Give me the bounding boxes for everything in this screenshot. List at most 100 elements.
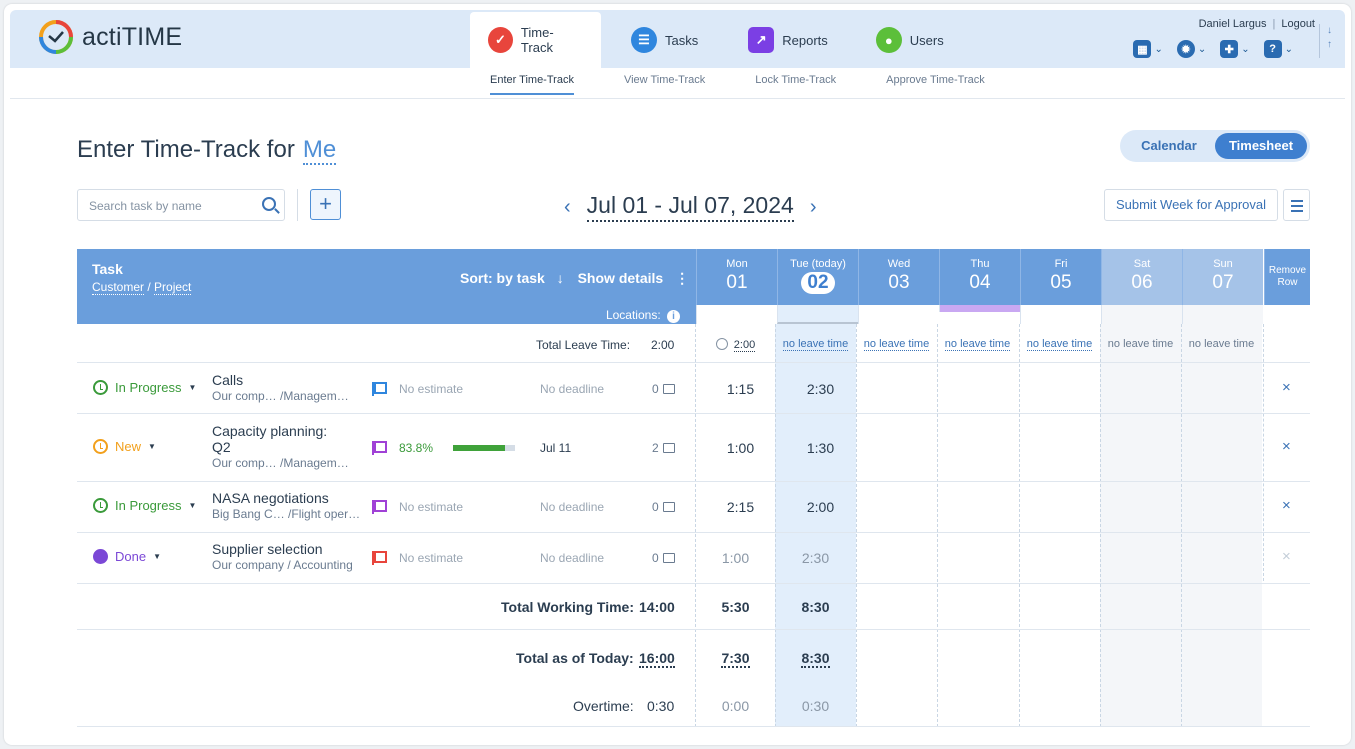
deadline[interactable]: No deadline (540, 551, 604, 565)
time-cell-mon[interactable]: 1:15 (700, 381, 781, 397)
tab-time-track[interactable]: ✓ Time-Track (470, 12, 601, 68)
arrow-down-icon[interactable]: ↓ (557, 270, 564, 286)
location-cell[interactable] (1020, 305, 1101, 324)
search-icon[interactable] (262, 197, 276, 211)
calendar-view-button[interactable]: Calendar (1123, 133, 1215, 159)
deadline[interactable]: Jul 11 (540, 441, 571, 455)
subtab-approve-time-track[interactable]: Approve Time-Track (886, 74, 985, 95)
search-input[interactable]: Search task by name (77, 189, 285, 221)
estimate[interactable]: No estimate (399, 500, 463, 514)
total-today-value[interactable]: 16:00 (639, 650, 675, 668)
settings-menu[interactable]: ✹ ⌄ (1176, 40, 1206, 58)
time-cell-tue[interactable]: 2:00 (780, 499, 861, 515)
estimate-progress[interactable]: 83.8% (399, 441, 433, 455)
total-working-tue: 8:30 (801, 599, 830, 615)
task-customer: Big Bang C… (212, 507, 285, 521)
subtab-enter-time-track[interactable]: Enter Time-Track (490, 74, 574, 95)
more-vertical-icon[interactable]: ⋮ (675, 270, 689, 286)
status-dropdown[interactable]: In Progress ▼ (93, 380, 196, 395)
time-cell-mon[interactable]: 2:15 (700, 499, 781, 515)
leave-tue[interactable]: no leave time (775, 338, 856, 351)
tab-tasks[interactable]: ☰ Tasks (613, 12, 716, 68)
location-cell[interactable] (1182, 305, 1263, 324)
total-today-mon[interactable]: 7:30 (695, 650, 776, 668)
comments-button[interactable]: 0 (652, 382, 675, 396)
flag-icon[interactable] (372, 441, 387, 455)
task-name[interactable]: Supplier selection Our company / Accounti… (212, 541, 353, 573)
remove-row-icon[interactable]: × (1282, 379, 1291, 396)
sort-button[interactable]: Sort: by task (460, 270, 545, 286)
sort-by-customer[interactable]: Customer (92, 280, 145, 295)
add-task-button[interactable]: + (310, 189, 341, 220)
grid-line (1019, 324, 1020, 727)
info-icon[interactable]: i (667, 310, 680, 323)
caret-down-icon: ▼ (188, 501, 197, 510)
remove-row-icon[interactable]: × (1282, 438, 1291, 455)
total-today-tue-value: 8:30 (801, 650, 830, 668)
flag-icon[interactable] (372, 500, 387, 514)
leave-fri[interactable]: no leave time (1019, 338, 1100, 351)
day-header-sun: Sun 07 (1182, 249, 1263, 305)
day-header-wed: Wed 03 (858, 249, 939, 305)
estimate[interactable]: No estimate (399, 382, 463, 396)
comments-button[interactable]: 0 (652, 551, 675, 565)
logout-link[interactable]: Logout (1281, 18, 1315, 30)
show-details-button[interactable]: Show details (578, 270, 664, 286)
comments-button[interactable]: 2 (652, 441, 675, 455)
leave-mon[interactable]: 2:00 (695, 338, 776, 352)
remove-row-icon[interactable]: × (1282, 497, 1291, 514)
status-dropdown[interactable]: In Progress ▼ (93, 498, 196, 513)
calendar-menu[interactable]: ▦ ⌄ (1133, 40, 1163, 58)
status-dropdown[interactable]: New ▼ (93, 439, 156, 454)
list-icon: ☰ (631, 27, 657, 53)
day-header-tue: Tue (today) 02 (777, 249, 858, 305)
estimate[interactable]: No estimate (399, 551, 463, 565)
total-working-value: 14:00 (639, 599, 675, 615)
user-selector[interactable]: Me (302, 136, 337, 165)
comments-button[interactable]: 0 (652, 500, 675, 514)
location-cell[interactable] (858, 305, 939, 324)
next-week-icon[interactable]: › (810, 196, 817, 219)
subtab-view-time-track[interactable]: View Time-Track (624, 74, 705, 95)
task-customer: Our company (212, 558, 285, 572)
help-menu[interactable]: ? ⌄ (1263, 40, 1293, 58)
tab-reports[interactable]: ↗ Reports (730, 12, 846, 68)
deadline[interactable]: No deadline (540, 382, 604, 396)
location-indicator[interactable] (939, 305, 1020, 312)
leave-wed[interactable]: no leave time (856, 338, 937, 351)
task-name[interactable]: NASA negotiations Big Bang C… /Flight ope… (212, 490, 360, 522)
subtab-lock-time-track[interactable]: Lock Time-Track (755, 74, 836, 95)
sort-by-project[interactable]: Project (154, 280, 192, 295)
tab-users[interactable]: ● Users (858, 12, 962, 68)
location-cell[interactable] (696, 305, 777, 324)
location-cell[interactable] (1101, 305, 1182, 324)
timesheet-view-button[interactable]: Timesheet (1215, 133, 1307, 159)
collapse-header-icon[interactable]: ↓ ↑ (1319, 24, 1333, 58)
status-dropdown[interactable]: Done ▼ (93, 549, 161, 564)
app-logo[interactable]: actiTIME (38, 19, 182, 55)
leave-thu[interactable]: no leave time (937, 338, 1018, 351)
week-range[interactable]: Jul 01 - Jul 07, 2024 (586, 192, 794, 222)
time-cell-mon[interactable]: 1:00 (700, 440, 781, 456)
deadline[interactable]: No deadline (540, 500, 604, 514)
row-divider (77, 362, 1310, 363)
task-name[interactable]: Capacity planning: Q2 Our comp… /Managem… (212, 423, 349, 471)
leave-sat: no leave time (1100, 338, 1181, 350)
flag-icon[interactable] (372, 551, 387, 565)
total-today-tue[interactable]: 8:30 (775, 650, 856, 668)
time-cell-tue[interactable]: 1:30 (780, 440, 861, 456)
time-cell-tue[interactable]: 2:30 (780, 381, 861, 397)
day-name: Wed (887, 258, 911, 270)
addons-menu[interactable]: ✚ ⌄ (1220, 40, 1250, 58)
user-name[interactable]: Daniel Largus (1199, 18, 1267, 30)
flag-icon[interactable] (372, 382, 387, 396)
day-number: 02 (801, 272, 835, 294)
submit-week-button[interactable]: Submit Week for Approval (1104, 189, 1278, 221)
location-cell[interactable] (777, 305, 858, 324)
prev-week-icon[interactable]: ‹ (564, 196, 571, 219)
status-label: Done (115, 549, 147, 564)
task-name[interactable]: Calls Our comp… /Managem… (212, 372, 349, 404)
day-name: Mon (726, 258, 748, 270)
task-title: NASA negotiations (212, 490, 329, 506)
menu-icon[interactable] (1283, 189, 1310, 221)
